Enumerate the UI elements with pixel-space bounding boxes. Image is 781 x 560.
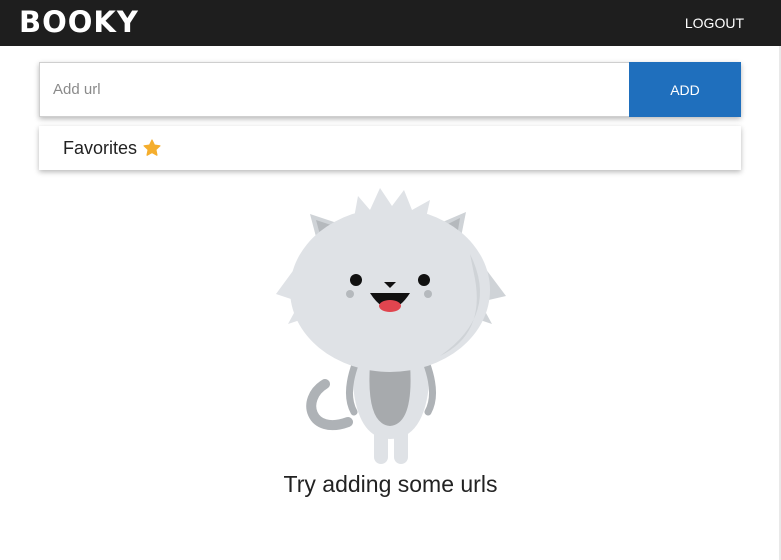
cat-mascot-illustration xyxy=(270,184,510,468)
url-input[interactable] xyxy=(39,62,629,117)
favorites-label: Favorites xyxy=(63,137,138,158)
brand-logo: BOOKY xyxy=(19,5,139,39)
add-url-form: ADD xyxy=(39,62,741,117)
add-button[interactable]: ADD xyxy=(629,62,741,117)
empty-state-message: Try adding some urls xyxy=(283,471,498,497)
star-icon xyxy=(142,138,162,158)
logout-button[interactable]: LOGOUT xyxy=(685,15,744,31)
top-app-bar: BOOKY LOGOUT xyxy=(0,0,781,46)
favorites-toggle[interactable]: Favorites xyxy=(39,126,741,170)
